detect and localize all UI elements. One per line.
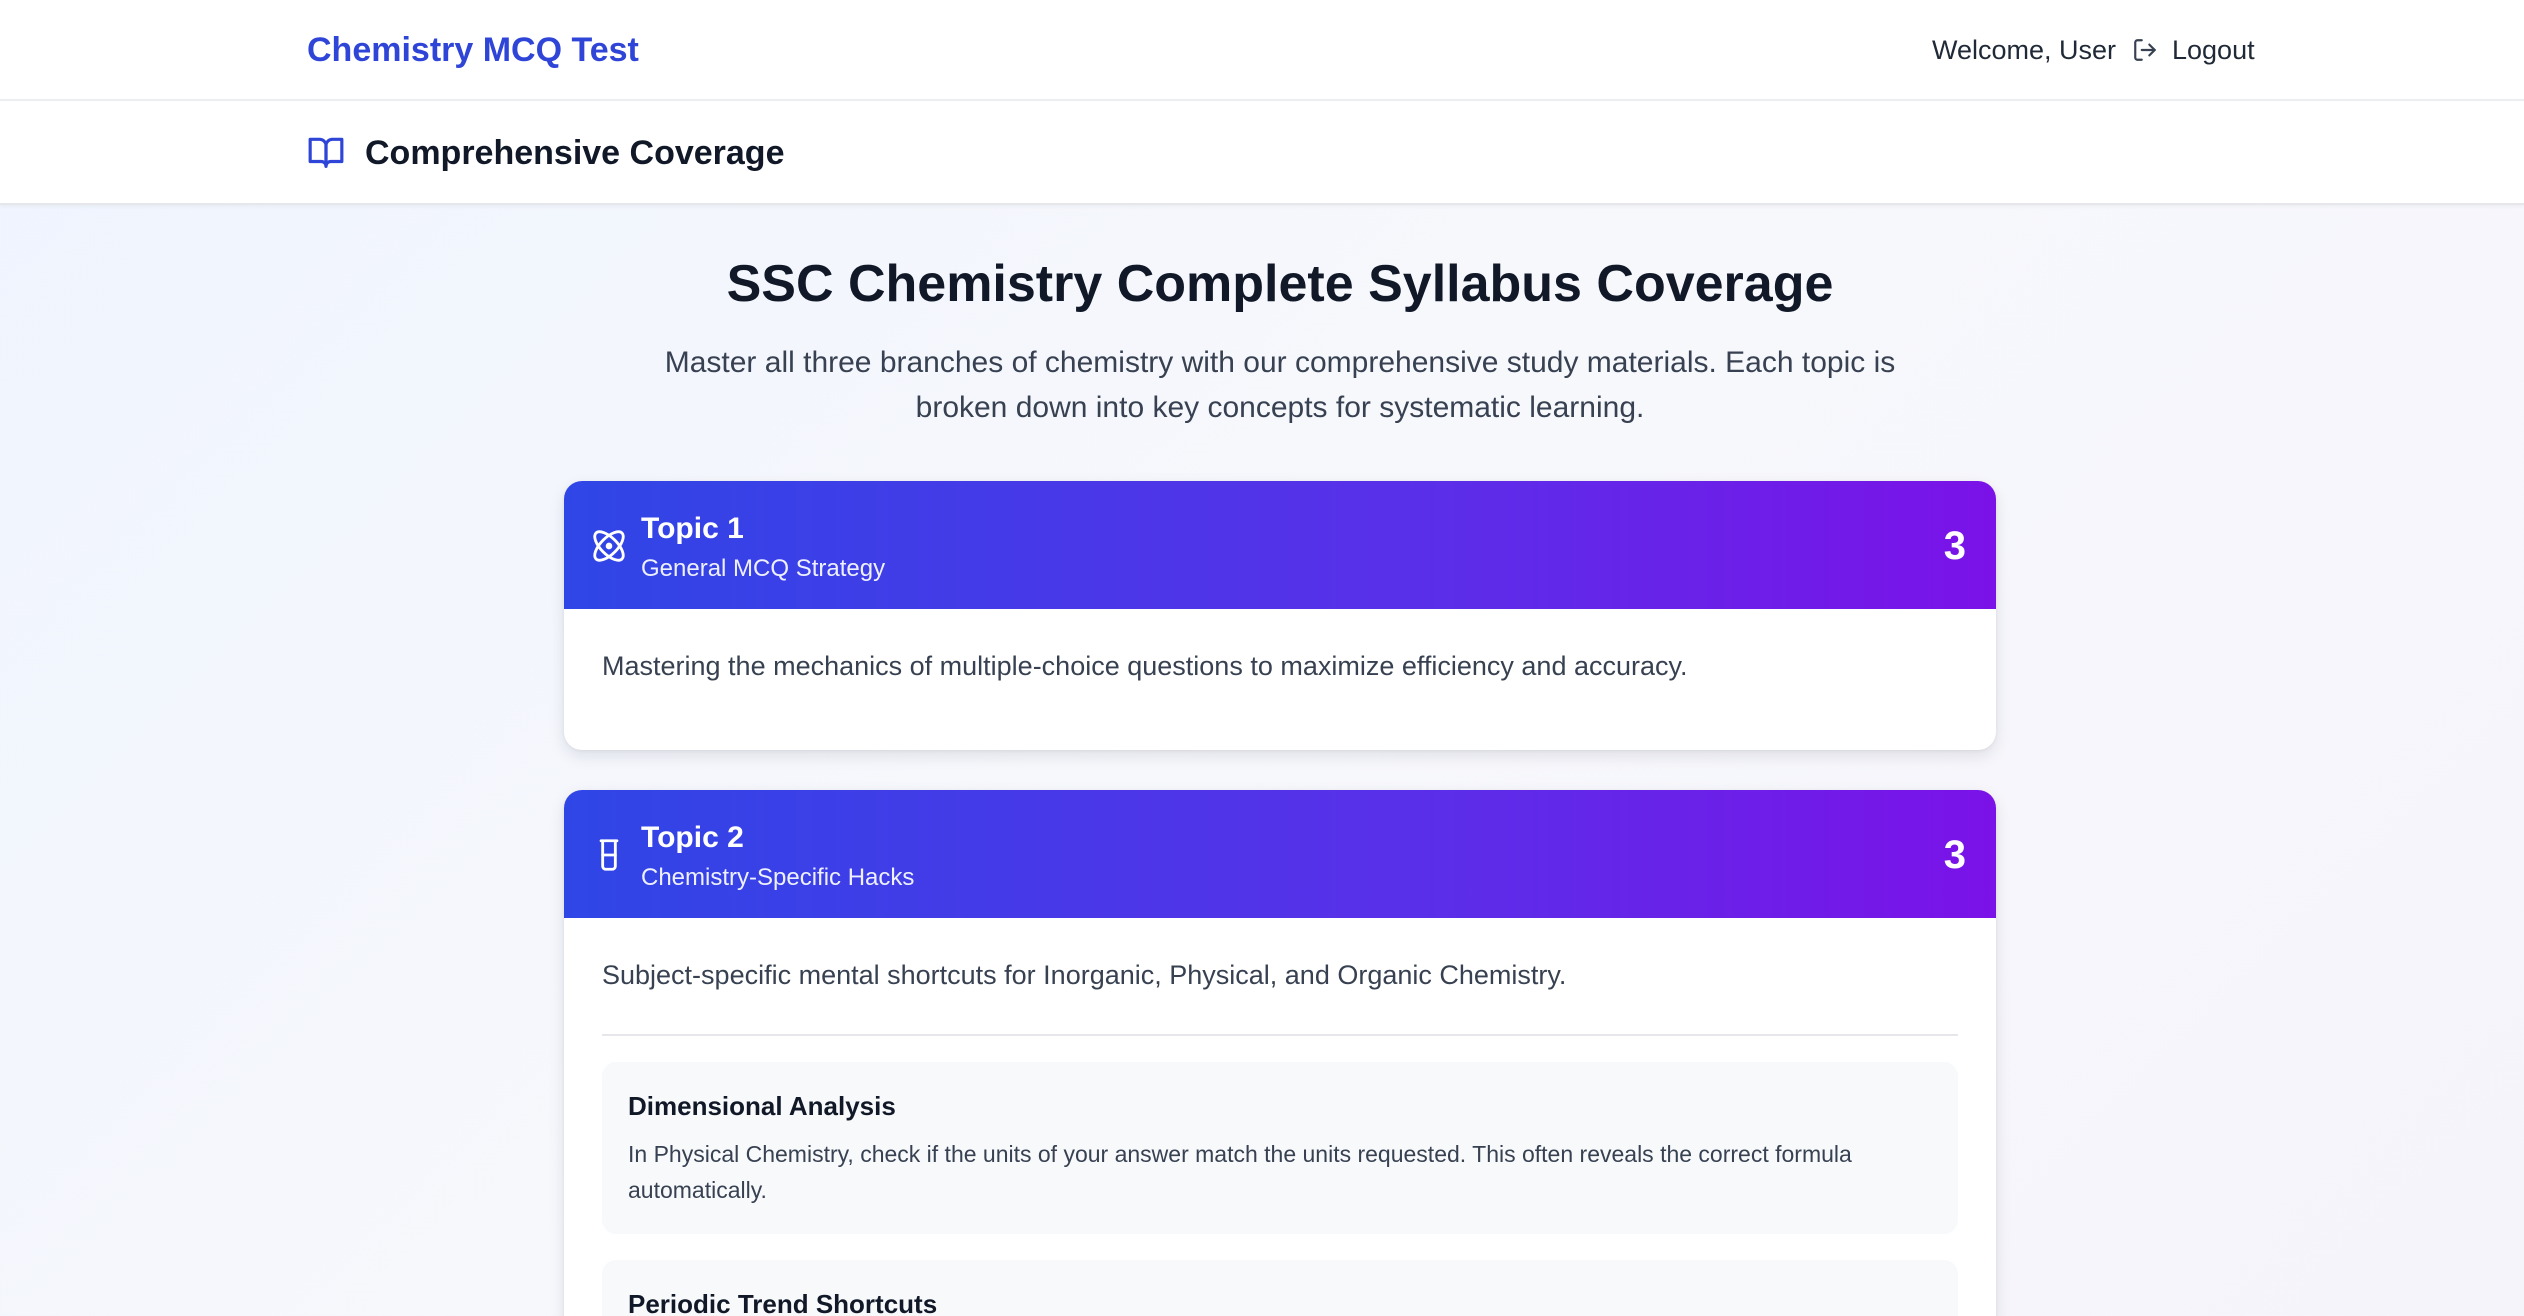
- section-header: Comprehensive Coverage: [0, 101, 2524, 205]
- section-title: Comprehensive Coverage: [365, 134, 785, 172]
- topic-card-header[interactable]: Topic 1 General MCQ Strategy 3: [564, 481, 1996, 609]
- topic-concept-count: 3: [1943, 833, 1966, 877]
- concept-item: Periodic Trend Shortcuts: [602, 1260, 1958, 1316]
- topic-card-header[interactable]: Topic 2 Chemistry-Specific Hacks 3: [564, 790, 1996, 918]
- concept-title: Periodic Trend Shortcuts: [628, 1289, 938, 1316]
- logout-label: Logout: [2172, 35, 2255, 65]
- book-open-icon: [308, 137, 344, 168]
- concept-title: Dimensional Analysis: [628, 1091, 896, 1121]
- topic-card-2[interactable]: Topic 2 Chemistry-Specific Hacks 3 Subje…: [564, 790, 1996, 1316]
- top-navbar: Chemistry MCQ Test Welcome, User Logout: [0, 0, 2524, 101]
- topic-card-body: Mastering the mechanics of multiple-choi…: [564, 609, 1996, 685]
- beaker-icon: [599, 839, 619, 871]
- page-description: Master all three branches of chemistry w…: [664, 346, 1896, 424]
- topic-card-body: Subject-specific mental shortcuts for In…: [564, 918, 1996, 1316]
- logout-button[interactable]: Logout: [2132, 30, 2255, 70]
- logout-icon: [2134, 39, 2156, 61]
- topic-number: Topic 2: [641, 821, 744, 854]
- page-title: SSC Chemistry Complete Syllabus Coverage: [726, 255, 1834, 313]
- topic-description: Mastering the mechanics of multiple-choi…: [602, 651, 1688, 681]
- concept-item: Dimensional Analysis In Physical Chemist…: [602, 1062, 1958, 1234]
- topic-subtitle: General MCQ Strategy: [641, 555, 886, 582]
- brand-link[interactable]: Chemistry MCQ Test: [307, 28, 639, 72]
- topic-number: Topic 1: [641, 512, 744, 545]
- topic-subtitle: Chemistry-Specific Hacks: [641, 864, 915, 891]
- divider: [602, 1034, 1958, 1036]
- topic-description: Subject-specific mental shortcuts for In…: [602, 960, 1567, 990]
- concept-text: In Physical Chemistry, check if the unit…: [628, 1141, 1852, 1203]
- topic-concept-count: 3: [1943, 524, 1966, 568]
- topic-card-1[interactable]: Topic 1 General MCQ Strategy 3 Mastering…: [564, 481, 1996, 750]
- welcome-text: Welcome, User: [1932, 35, 2117, 65]
- atom-icon: [593, 530, 625, 562]
